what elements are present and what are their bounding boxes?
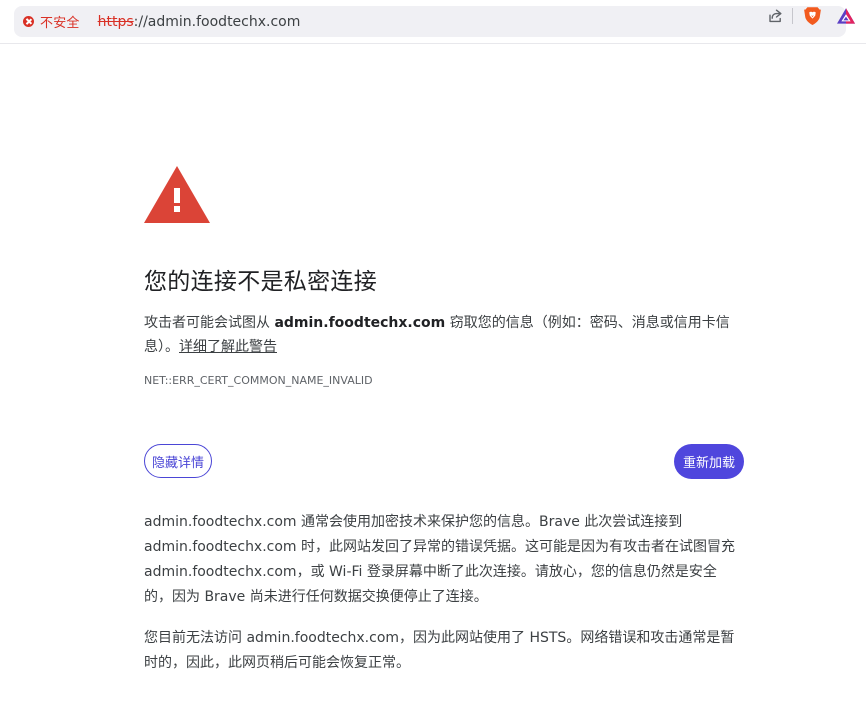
desc-prefix: 攻击者可能会试图从: [144, 315, 270, 331]
desc-domain: admin.foodtechx.com: [274, 315, 446, 331]
warning-triangle-icon: [144, 166, 210, 223]
details-paragraph-2: 您目前无法访问 admin.foodtechx.com，因为此网站使用了 HST…: [144, 630, 735, 671]
address-bar[interactable]: 不安全 https://admin.foodtechx.com: [14, 6, 846, 37]
brave-rewards-icon[interactable]: [836, 6, 856, 26]
hide-details-button[interactable]: 隐藏详情: [144, 444, 213, 478]
security-label: 不安全: [40, 16, 80, 31]
warning-description: 攻击者可能会试图从 admin.foodtechx.com 窃取您的信息（例如：…: [144, 311, 744, 359]
not-secure-icon: [23, 16, 34, 27]
share-icon[interactable]: [765, 6, 785, 26]
toolbar-divider: [792, 7, 793, 24]
details-paragraph-1: admin.foodtechx.com 通常会使用加密技术来保护您的信息。Bra…: [144, 514, 736, 605]
toolbar-icons: [765, 4, 856, 27]
brave-shield-icon[interactable]: [802, 6, 822, 26]
learn-more-link[interactable]: 详细了解此警告: [179, 339, 277, 355]
url-scheme: https: [97, 13, 134, 30]
security-chip[interactable]: 不安全: [23, 11, 80, 33]
browser-toolbar: 不安全 https://admin.foodtechx.com: [0, 0, 866, 44]
url-text[interactable]: https://admin.foodtechx.com: [98, 14, 301, 30]
url-host: ://admin.foodtechx.com: [133, 13, 301, 30]
error-code[interactable]: NET::ERR_CERT_COMMON_NAME_INVALID: [144, 374, 373, 387]
reload-button[interactable]: 重新加载: [673, 444, 744, 479]
page-title: 您的连接不是私密连接: [144, 269, 377, 295]
